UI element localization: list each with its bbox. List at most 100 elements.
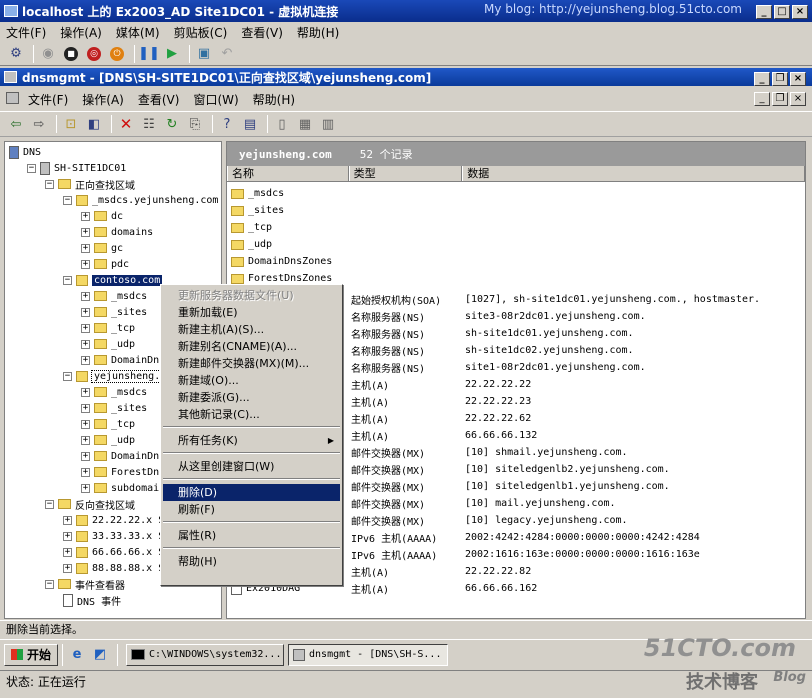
tree-node[interactable]: + DomainDnsZ xyxy=(81,352,171,368)
start-icon[interactable]: ◉ xyxy=(38,44,58,64)
export-list-icon[interactable]: ⎘ xyxy=(185,114,205,134)
list-item[interactable]: _msdcs xyxy=(231,185,284,202)
action-pane-icon[interactable]: ▤ xyxy=(240,114,260,134)
expand-icon[interactable]: + xyxy=(63,515,72,525)
mmc-menu-item[interactable]: 帮助(H) xyxy=(253,91,295,108)
context-menu-item[interactable]: 新建邮件交换器(MX)(M)... xyxy=(163,355,340,372)
vm-menu-item[interactable]: 剪贴板(C) xyxy=(174,24,228,41)
pause-icon[interactable]: ❚❚ xyxy=(138,44,160,64)
expand-icon[interactable]: + xyxy=(81,259,90,269)
context-menu-item[interactable]: 其他新记录(C)... xyxy=(163,406,340,423)
tree-node[interactable]: +66.66.66.x S xyxy=(63,544,164,560)
mmc-menu-item[interactable]: 操作(A) xyxy=(82,91,124,108)
turn-off-icon[interactable]: ■ xyxy=(61,44,81,64)
context-menu-item[interactable]: 新建主机(A)(S)... xyxy=(163,321,340,338)
vm-menu-item[interactable]: 文件(F) xyxy=(6,24,46,41)
tree-node[interactable]: + dc xyxy=(81,208,123,224)
properties-icon[interactable]: ☷ xyxy=(139,114,159,134)
tree-node[interactable]: + _tcp xyxy=(81,416,135,432)
expand-icon[interactable]: + xyxy=(81,483,90,493)
column-header-data[interactable]: 数据 xyxy=(462,166,805,181)
maximize-button[interactable]: □ xyxy=(774,5,790,19)
collapse-icon[interactable]: − xyxy=(45,499,54,509)
ctrl-alt-del-icon[interactable]: ⚙ xyxy=(6,44,26,64)
mmc-title-bar[interactable]: dnsmgmt - [DNS\SH-SITE1DC01\正向查找区域\yejun… xyxy=(0,68,812,86)
vm-menu-item[interactable]: 操作(A) xyxy=(60,24,102,41)
expand-icon[interactable]: + xyxy=(81,387,90,397)
context-menu-item[interactable]: 重新加载(E) xyxy=(163,304,340,321)
child-close-button[interactable]: × xyxy=(790,92,806,106)
expand-icon[interactable]: + xyxy=(81,211,90,221)
list-item[interactable]: _udp xyxy=(231,236,272,253)
child-minimize-button[interactable]: _ xyxy=(754,92,770,106)
tree-node[interactable]: +33.33.33.x S xyxy=(63,528,164,544)
column-header-name[interactable]: 名称 xyxy=(227,166,349,181)
shutdown-icon[interactable]: ◎ xyxy=(84,44,104,64)
outlook-icon[interactable]: ◩ xyxy=(90,645,110,665)
snapshot-icon[interactable]: ▣ xyxy=(194,44,214,64)
tree-node[interactable]: − SH-SITE1DC01 xyxy=(27,160,126,176)
zone-icon[interactable]: ▦ xyxy=(295,114,315,134)
start-button[interactable]: 开始 xyxy=(4,643,59,666)
tree-node[interactable]: + _udp xyxy=(81,336,135,352)
expand-icon[interactable]: + xyxy=(81,419,90,429)
tree-node[interactable]: − yejunsheng.c xyxy=(63,368,170,384)
context-menu-item[interactable]: 新建域(O)... xyxy=(163,372,340,389)
expand-icon[interactable]: + xyxy=(81,243,90,253)
tree-node[interactable]: + ForestDns xyxy=(81,464,165,480)
tree-node[interactable]: + pdc xyxy=(81,256,129,272)
context-menu-item[interactable]: 所有任务(K) ▶ xyxy=(163,432,340,449)
record-icon[interactable]: ▥ xyxy=(318,114,338,134)
up-one-level-icon[interactable]: ⊡ xyxy=(61,114,81,134)
mmc-close-button[interactable]: × xyxy=(790,72,806,86)
tree-node[interactable]: +22.22.22.x S xyxy=(63,512,164,528)
vm-menu-item[interactable]: 媒体(M) xyxy=(116,24,160,41)
refresh-icon[interactable]: ↻ xyxy=(162,114,182,134)
expand-icon[interactable]: + xyxy=(81,451,90,461)
collapse-icon[interactable]: − xyxy=(63,371,72,381)
tree-node[interactable]: + _msdcs xyxy=(81,384,147,400)
delete-icon[interactable]: ✕ xyxy=(116,114,136,134)
context-menu-item[interactable]: 帮助(H) xyxy=(163,553,340,570)
tree-node[interactable]: DNS 事件 xyxy=(63,592,121,608)
tree-node[interactable]: − 事件查看器 xyxy=(45,576,125,592)
column-header-type[interactable]: 类型 xyxy=(348,166,463,181)
mmc-menu-item[interactable]: 查看(V) xyxy=(138,91,180,108)
context-menu-item[interactable]: 刷新(F) xyxy=(163,501,340,518)
tree-node[interactable]: + _msdcs xyxy=(81,288,147,304)
mmc-menu-item[interactable]: 窗口(W) xyxy=(193,91,238,108)
ie-icon[interactable]: e xyxy=(67,645,87,665)
context-menu-item[interactable]: 从这里创建窗口(W) xyxy=(163,458,340,475)
context-menu-item[interactable]: 删除(D) xyxy=(163,484,340,501)
expand-icon[interactable]: + xyxy=(81,403,90,413)
vm-menu-item[interactable]: 查看(V) xyxy=(241,24,283,41)
tree-node[interactable]: +88.88.88.x S xyxy=(63,560,164,576)
tree-node[interactable]: + _tcp xyxy=(81,320,135,336)
expand-icon[interactable]: + xyxy=(81,291,90,301)
tree-node[interactable]: − contoso.com xyxy=(63,272,163,288)
tree-node[interactable]: + _sites xyxy=(81,304,147,320)
show-hide-tree-icon[interactable]: ◧ xyxy=(84,114,104,134)
tree-node[interactable]: + gc xyxy=(81,240,123,256)
save-icon[interactable]: ⏻ xyxy=(107,44,127,64)
expand-icon[interactable]: + xyxy=(63,531,72,541)
mmc-minimize-button[interactable]: _ xyxy=(754,72,770,86)
vm-title-bar[interactable]: localhost 上的 Ex2003_AD Site1DC01 - 虚拟机连接… xyxy=(0,0,812,22)
expand-icon[interactable]: + xyxy=(81,323,90,333)
tree-node[interactable]: + _sites xyxy=(81,400,147,416)
back-icon[interactable]: ⇦ xyxy=(6,114,26,134)
collapse-icon[interactable]: − xyxy=(45,179,54,189)
mmc-restore-button[interactable]: ❐ xyxy=(772,72,788,86)
forward-icon[interactable]: ⇨ xyxy=(29,114,49,134)
tree-node[interactable]: − 正向查找区域 xyxy=(45,176,135,192)
tree-node[interactable]: + DomainDns xyxy=(81,448,165,464)
expand-icon[interactable]: + xyxy=(81,339,90,349)
expand-icon[interactable]: + xyxy=(81,467,90,477)
mmc-menu-item[interactable]: 文件(F) xyxy=(28,91,68,108)
close-button[interactable]: × xyxy=(792,5,808,19)
expand-icon[interactable]: + xyxy=(81,227,90,237)
tree-node[interactable]: + subdomain xyxy=(81,480,165,496)
tree-node[interactable]: + domains xyxy=(81,224,153,240)
tree-node[interactable]: + _udp xyxy=(81,432,135,448)
child-restore-button[interactable]: ❐ xyxy=(772,92,788,106)
